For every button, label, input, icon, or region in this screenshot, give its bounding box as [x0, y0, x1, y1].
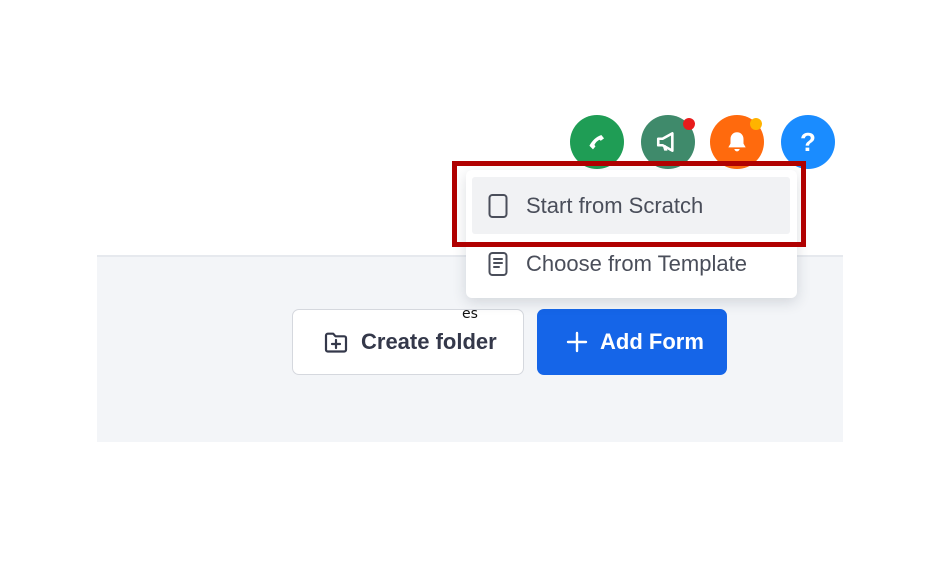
stray-text: es [462, 306, 478, 322]
add-form-button[interactable]: Add Form [537, 309, 727, 375]
menu-item-choose-from-template[interactable]: Choose from Template [472, 235, 790, 292]
screenshot-canvas: ? Create folder Add Form es Start from S… [0, 0, 940, 588]
phone-button[interactable] [570, 115, 624, 169]
menu-item-label: Start from Scratch [526, 192, 704, 218]
create-folder-button[interactable]: Create folder [292, 309, 524, 375]
help-button[interactable]: ? [781, 115, 835, 169]
help-icon: ? [800, 126, 816, 157]
announcements-button[interactable] [641, 115, 695, 169]
blank-page-icon [487, 193, 509, 219]
add-form-label: Add Form [600, 329, 704, 354]
menu-item-start-from-scratch[interactable]: Start from Scratch [472, 177, 790, 234]
notifications-button[interactable] [710, 115, 764, 169]
phone-icon [584, 129, 610, 155]
template-page-icon [487, 251, 509, 277]
bell-icon [724, 128, 750, 156]
menu-item-label: Choose from Template [526, 250, 747, 276]
add-form-dropdown-menu: Start from Scratch Choose from Template [466, 170, 797, 298]
megaphone-icon [654, 129, 682, 155]
notification-badge [683, 118, 695, 130]
notification-badge [750, 118, 762, 130]
folder-plus-icon [323, 330, 349, 354]
plus-icon [566, 331, 588, 353]
create-folder-label: Create folder [361, 329, 497, 354]
